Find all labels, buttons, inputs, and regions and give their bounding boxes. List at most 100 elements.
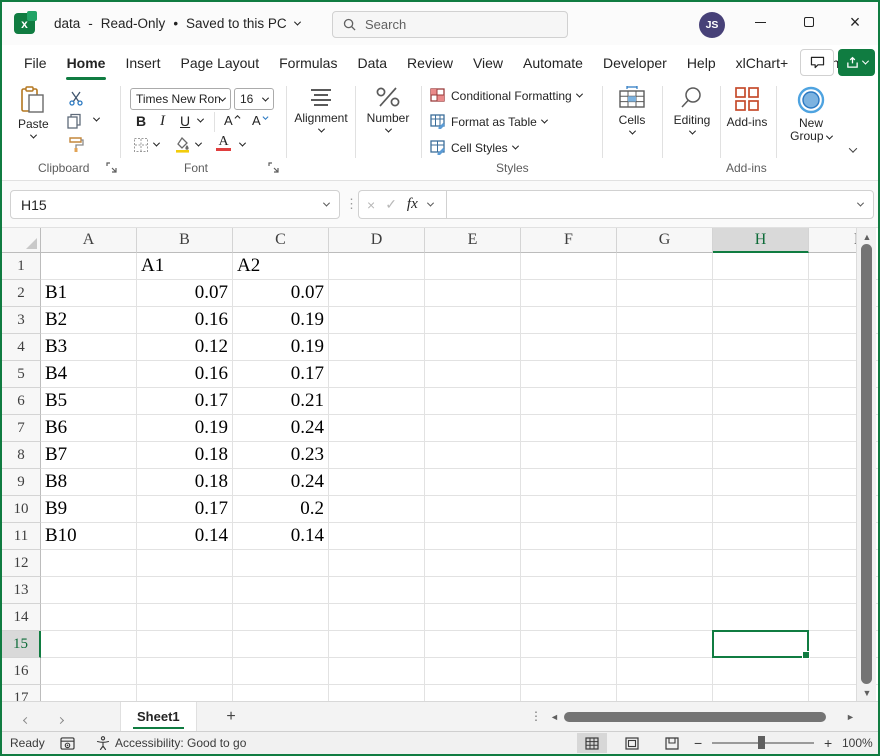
share-button[interactable] xyxy=(838,49,875,76)
column-header-F[interactable]: F xyxy=(521,228,617,253)
cell-E12[interactable] xyxy=(425,550,521,577)
paste-button[interactable]: Paste xyxy=(18,86,49,139)
cell-G5[interactable] xyxy=(617,361,713,388)
cell-B11[interactable]: 0.14 xyxy=(137,523,233,550)
vertical-scrollbar-thumb[interactable] xyxy=(861,244,872,684)
borders-button[interactable] xyxy=(133,137,149,153)
cell-H9[interactable] xyxy=(713,469,809,496)
conditional-formatting-button[interactable]: Conditional Formatting xyxy=(430,88,582,103)
cell-B3[interactable]: 0.16 xyxy=(137,307,233,334)
cell-F17[interactable] xyxy=(521,685,617,701)
cell-A13[interactable] xyxy=(41,577,137,604)
cell-H7[interactable] xyxy=(713,415,809,442)
cell-B6[interactable]: 0.17 xyxy=(137,388,233,415)
cell-F15[interactable] xyxy=(521,631,617,658)
cell-G16[interactable] xyxy=(617,658,713,685)
cell-C2[interactable]: 0.07 xyxy=(233,280,329,307)
page-layout-view-button[interactable] xyxy=(617,733,647,753)
horizontal-scrollbar-thumb[interactable] xyxy=(564,712,826,722)
row-header-5[interactable]: 5 xyxy=(2,361,41,388)
user-avatar[interactable]: JS xyxy=(699,12,725,38)
next-sheet-icon[interactable] xyxy=(58,710,63,728)
ribbon-tab-developer[interactable]: Developer xyxy=(593,48,677,78)
ribbon-tab-review[interactable]: Review xyxy=(397,48,463,78)
minimize-button[interactable] xyxy=(739,2,781,42)
column-header-I[interactable]: I xyxy=(809,228,856,253)
cell-D3[interactable] xyxy=(329,307,425,334)
cell-A3[interactable]: B2 xyxy=(41,307,137,334)
formula-bar-expand-chevron-icon[interactable] xyxy=(857,200,864,207)
cell-B2[interactable]: 0.07 xyxy=(137,280,233,307)
ribbon-tab-file[interactable]: File xyxy=(14,48,57,78)
cell-H8[interactable] xyxy=(713,442,809,469)
cell-F8[interactable] xyxy=(521,442,617,469)
scroll-up-icon[interactable]: ▲ xyxy=(857,232,877,242)
column-header-G[interactable]: G xyxy=(617,228,713,253)
underline-chevron-icon[interactable] xyxy=(198,118,203,123)
italic-button[interactable]: I xyxy=(160,113,165,130)
insert-function-icon[interactable]: fx xyxy=(407,196,418,213)
cut-button[interactable] xyxy=(68,90,84,106)
column-header-D[interactable]: D xyxy=(329,228,425,253)
cell-F16[interactable] xyxy=(521,658,617,685)
cell-B14[interactable] xyxy=(137,604,233,631)
format-as-table-button[interactable]: Format as Table xyxy=(430,114,547,129)
cell-D16[interactable] xyxy=(329,658,425,685)
cell-G12[interactable] xyxy=(617,550,713,577)
cell-C15[interactable] xyxy=(233,631,329,658)
cell-H17[interactable] xyxy=(713,685,809,701)
column-header-B[interactable]: B xyxy=(137,228,233,253)
cell-C5[interactable]: 0.17 xyxy=(233,361,329,388)
cell-C10[interactable]: 0.2 xyxy=(233,496,329,523)
save-status[interactable]: Saved to this PC xyxy=(186,16,287,31)
ribbon-tab-formulas[interactable]: Formulas xyxy=(269,48,347,78)
borders-chevron-icon[interactable] xyxy=(154,142,159,147)
column-header-H[interactable]: H xyxy=(713,228,809,253)
font-dialog-launcher-icon[interactable] xyxy=(268,162,280,174)
cell-styles-button[interactable]: Cell Styles xyxy=(430,140,518,155)
cell-G15[interactable] xyxy=(617,631,713,658)
cell-B4[interactable]: 0.12 xyxy=(137,334,233,361)
cell-B15[interactable] xyxy=(137,631,233,658)
cell-F5[interactable] xyxy=(521,361,617,388)
cell-H2[interactable] xyxy=(713,280,809,307)
cell-F9[interactable] xyxy=(521,469,617,496)
cell-E15[interactable] xyxy=(425,631,521,658)
increase-font-size-button[interactable]: A xyxy=(224,113,241,128)
cell-D5[interactable] xyxy=(329,361,425,388)
cell-A10[interactable]: B9 xyxy=(41,496,137,523)
row-header-4[interactable]: 4 xyxy=(2,334,41,361)
copy-chevron-icon[interactable] xyxy=(94,117,99,122)
cell-G17[interactable] xyxy=(617,685,713,701)
row-header-13[interactable]: 13 xyxy=(2,577,41,604)
formula-bar-handle-icon[interactable]: ⋮ xyxy=(345,196,358,212)
fill-color-button[interactable] xyxy=(174,136,191,153)
cell-H11[interactable] xyxy=(713,523,809,550)
cell-F12[interactable] xyxy=(521,550,617,577)
cell-G4[interactable] xyxy=(617,334,713,361)
normal-view-button[interactable] xyxy=(577,733,607,753)
cell-D13[interactable] xyxy=(329,577,425,604)
cell-D15[interactable] xyxy=(329,631,425,658)
cell-F4[interactable] xyxy=(521,334,617,361)
row-header-14[interactable]: 14 xyxy=(2,604,41,631)
cancel-formula-icon[interactable]: × xyxy=(367,197,375,213)
cell-C8[interactable]: 0.23 xyxy=(233,442,329,469)
cell-G13[interactable] xyxy=(617,577,713,604)
page-break-preview-button[interactable] xyxy=(657,733,687,753)
zoom-in-button[interactable]: + xyxy=(824,732,832,754)
cell-B13[interactable] xyxy=(137,577,233,604)
cell-F1[interactable] xyxy=(521,253,617,280)
scroll-right-icon[interactable]: ► xyxy=(846,712,855,722)
cell-A6[interactable]: B5 xyxy=(41,388,137,415)
cell-C9[interactable]: 0.24 xyxy=(233,469,329,496)
enter-formula-icon[interactable]: ✓ xyxy=(385,196,397,213)
cell-B5[interactable]: 0.16 xyxy=(137,361,233,388)
zoom-level[interactable]: 100% xyxy=(842,732,873,754)
cell-G10[interactable] xyxy=(617,496,713,523)
cell-B12[interactable] xyxy=(137,550,233,577)
vertical-scrollbar[interactable]: ▲ ▼ xyxy=(856,228,876,701)
selected-cell-outline[interactable] xyxy=(712,630,809,658)
font-color-chevron-icon[interactable] xyxy=(240,142,245,147)
cell-G7[interactable] xyxy=(617,415,713,442)
